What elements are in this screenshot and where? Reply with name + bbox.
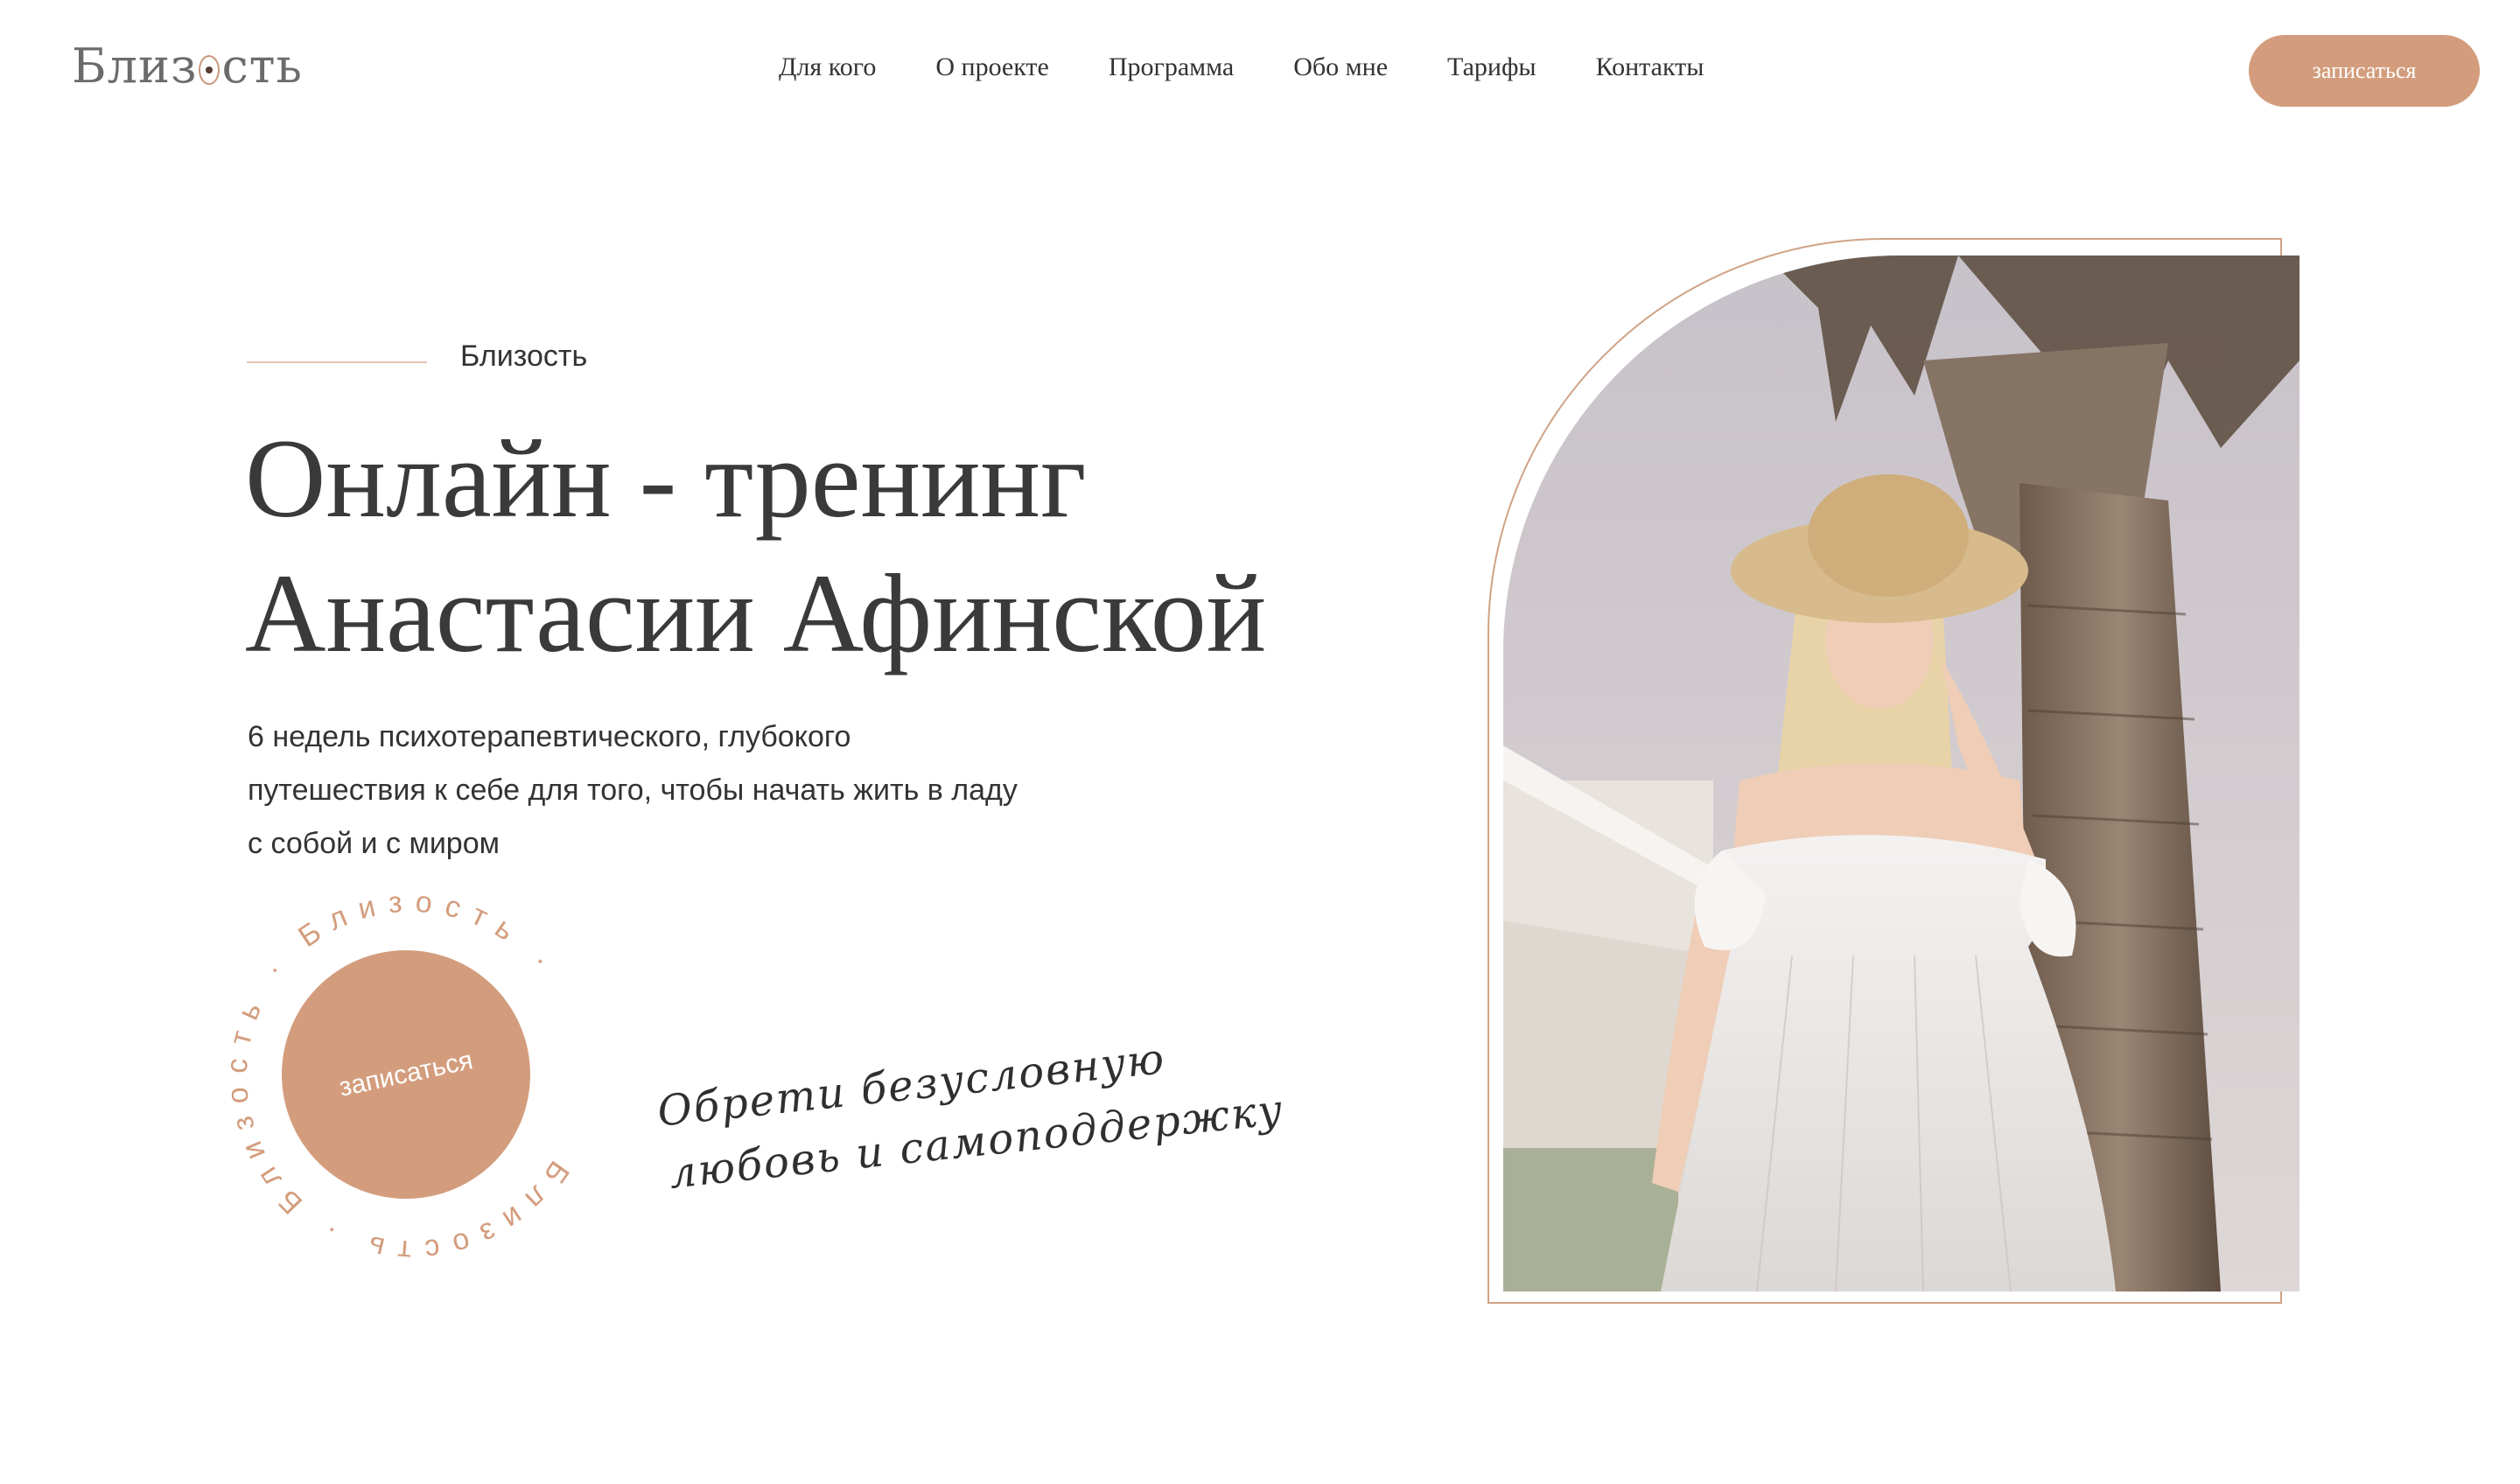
nav-item-about-project[interactable]: О проекте: [935, 52, 1049, 82]
logo-text-start: Близ: [72, 38, 198, 94]
hero-photo: [1503, 256, 2300, 1292]
hero-title-line-2: Анастасии Афинской: [245, 551, 1267, 676]
nav-item-for-whom[interactable]: Для кого: [779, 52, 876, 82]
nav-item-tariffs[interactable]: Тарифы: [1447, 52, 1536, 82]
nav-item-program[interactable]: Программа: [1109, 52, 1234, 82]
main-nav: Для кого О проекте Программа Обо мне Тар…: [779, 52, 1704, 82]
photo-illustration: [1503, 256, 2300, 1292]
nav-item-contacts[interactable]: Контакты: [1596, 52, 1704, 82]
hero-title-line-1: Онлайн - тренинг: [245, 416, 1087, 541]
circle-cta: Близость · Близость · Близость · записат…: [219, 884, 604, 1269]
header-signup-button[interactable]: записаться: [2249, 35, 2480, 107]
eyebrow-divider: [247, 361, 427, 363]
eyebrow-label: Близость: [460, 340, 588, 373]
logo-o-mark-icon: [199, 54, 220, 85]
handwritten-tagline: Обрети безусловную любовь и самоподдержк…: [654, 1016, 1287, 1207]
hero-lead: 6 недель психотерапевтического, глубоког…: [248, 710, 1123, 871]
hero-lead-line-1: 6 недель психотерапевтического, глубоког…: [248, 720, 851, 753]
hero-title: Онлайн - тренинг Анастасии Афинской: [245, 411, 1470, 681]
hero-lead-line-3: с собой и с миром: [248, 827, 500, 860]
hero-lead-line-2: путешествия к себе для того, чтобы начат…: [248, 774, 1018, 807]
logo-text-end: сть: [221, 38, 303, 94]
nav-item-about-me[interactable]: Обо мне: [1293, 52, 1388, 82]
logo[interactable]: Близ сть: [72, 38, 303, 94]
